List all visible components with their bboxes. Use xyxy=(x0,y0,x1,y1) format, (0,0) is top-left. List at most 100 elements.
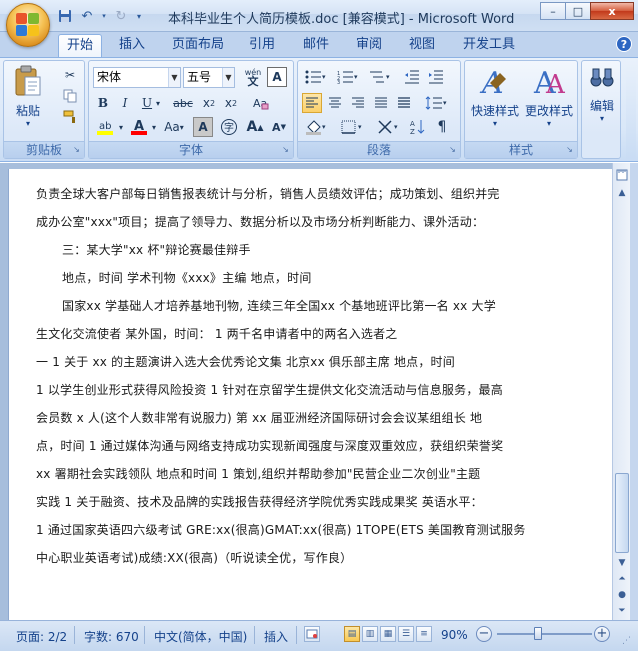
subscript-icon[interactable]: x2 xyxy=(199,93,219,113)
font-dialog-launcher-icon[interactable]: ↘ xyxy=(280,145,291,156)
scrollbar-thumb[interactable] xyxy=(615,473,629,553)
print-layout-view-icon[interactable]: ▤ xyxy=(344,626,360,642)
grow-font-icon[interactable]: A ▲ xyxy=(245,117,265,137)
window-title: 本科毕业生个人简历模板.doc [兼容模式] - Microsoft Word xyxy=(168,12,515,27)
maximize-button[interactable]: □ xyxy=(565,2,591,20)
copy-icon[interactable] xyxy=(60,86,80,106)
undo-icon[interactable]: ↶ xyxy=(78,7,96,25)
web-layout-icon[interactable]: ▦ xyxy=(380,626,396,642)
increase-indent-icon[interactable] xyxy=(426,67,446,87)
tab-references[interactable]: 引用 xyxy=(240,34,284,58)
paste-dropdown-icon: ▾ xyxy=(25,119,30,128)
tab-page-layout[interactable]: 页面布局 xyxy=(164,34,232,58)
shrink-font-icon[interactable]: A ▼ xyxy=(269,117,289,137)
enclose-characters-icon[interactable]: 字 xyxy=(219,117,239,137)
customize-qat-icon[interactable]: ▾ xyxy=(134,7,144,25)
zoom-slider-knob[interactable] xyxy=(534,627,542,640)
bullets-icon[interactable]: ▾ xyxy=(302,67,330,87)
macro-recording-icon[interactable] xyxy=(304,626,320,642)
line-spacing-icon[interactable]: ▾ xyxy=(422,93,452,113)
highlight-dropdown-icon[interactable]: ▾ xyxy=(116,117,126,137)
character-shading-icon[interactable]: A xyxy=(193,117,213,137)
clipboard-dialog-launcher-icon[interactable]: ↘ xyxy=(71,145,82,156)
font-color-dropdown-icon[interactable]: ▾ xyxy=(149,117,159,137)
tab-mailings[interactable]: 邮件 xyxy=(294,34,338,58)
window-controls: – □ x xyxy=(540,2,634,20)
show-formatting-icon[interactable]: ¶ xyxy=(432,117,452,137)
paste-label: 粘贴 xyxy=(15,104,40,118)
vertical-scrollbar[interactable]: ▲ ▼ ⏶ ● ⏷ xyxy=(612,163,630,620)
shading-icon[interactable]: ▾ xyxy=(302,117,332,137)
zoom-slider[interactable] xyxy=(497,627,592,640)
tab-insert[interactable]: 插入 xyxy=(110,34,154,58)
ruler-toggle-icon[interactable] xyxy=(614,167,630,183)
paste-button[interactable]: 粘贴 ▾ xyxy=(8,65,48,128)
multilevel-list-icon[interactable]: ▾ xyxy=(366,67,394,87)
text-highlight-icon[interactable]: ab xyxy=(93,117,117,137)
resize-grip-icon[interactable]: ⋰ xyxy=(622,635,634,647)
next-page-icon[interactable]: ⏷ xyxy=(614,603,630,619)
font-size-select[interactable]: 五号 ▼ xyxy=(183,67,235,88)
chinese-layout-icon[interactable]: ▾ xyxy=(374,117,404,137)
character-border-button[interactable]: A xyxy=(267,67,287,87)
insert-mode-indicator[interactable]: 插入 xyxy=(264,628,288,645)
editing-button[interactable]: 编辑 ▾ xyxy=(584,65,620,123)
decrease-indent-icon[interactable] xyxy=(402,67,422,87)
document-page[interactable]: 负责全球大客户部每日销售报表统计与分析，销售人员绩效评估；成功策划、组织并完 成… xyxy=(8,169,612,620)
cut-icon[interactable]: ✂ xyxy=(60,65,80,85)
close-button[interactable]: x xyxy=(590,2,634,20)
change-styles-button[interactable]: AA 更改样式 ▾ xyxy=(523,65,575,128)
scroll-down-icon[interactable]: ▼ xyxy=(614,555,630,571)
clear-formatting-icon[interactable]: Aa xyxy=(249,93,273,113)
align-right-icon[interactable] xyxy=(348,93,368,113)
office-button[interactable] xyxy=(6,3,50,47)
page-count[interactable]: 页面: 2/2 xyxy=(16,628,67,645)
font-color-icon[interactable]: A xyxy=(129,117,149,137)
document-line: 1 通过国家英语四六级考试 GRE:xx(很高)GMAT:xx(很高) 1TOP… xyxy=(36,523,526,537)
previous-page-icon[interactable]: ⏶ xyxy=(614,571,630,587)
document-line: 点，时间 1 通过媒体沟通与网络支持成功实现新闻强度与深度双重效应，获组织荣誉奖 xyxy=(36,439,504,453)
zoom-out-button[interactable]: − xyxy=(476,626,492,642)
tab-developer[interactable]: 开发工具 xyxy=(455,34,523,58)
save-icon[interactable] xyxy=(56,7,74,25)
document-line: 1 以学生创业形式获得风险投资 1 针对在京留学生提供文化交流活动与信息服务，最… xyxy=(36,383,503,397)
quick-styles-button[interactable]: A 快速样式 ▾ xyxy=(469,65,521,128)
undo-dropdown-icon[interactable]: ▾ xyxy=(100,7,108,25)
tab-home[interactable]: 开始 xyxy=(58,34,102,58)
distributed-icon[interactable] xyxy=(394,93,414,113)
browse-object-icon[interactable]: ● xyxy=(614,587,630,603)
sort-icon[interactable]: AZ xyxy=(408,117,428,137)
numbering-icon[interactable]: 1 2 3 ▾ xyxy=(334,67,362,87)
styles-dialog-launcher-icon[interactable]: ↘ xyxy=(564,145,575,156)
outline-view-icon[interactable]: ☰ xyxy=(398,626,414,642)
draft-view-icon[interactable]: ≡ xyxy=(416,626,432,642)
zoom-level[interactable]: 90% xyxy=(441,628,468,642)
tab-view[interactable]: 视图 xyxy=(400,34,444,58)
scroll-up-icon[interactable]: ▲ xyxy=(614,185,630,201)
language-indicator[interactable]: 中文(简体，中国) xyxy=(154,628,247,645)
word-count[interactable]: 字数: 670 xyxy=(84,628,139,645)
repeat-icon[interactable]: ↻ xyxy=(112,7,130,25)
align-left-icon[interactable] xyxy=(302,93,322,113)
quick-styles-icon: A xyxy=(479,66,506,99)
strikethrough-icon[interactable]: abc xyxy=(169,93,197,113)
paragraph-dialog-launcher-icon[interactable]: ↘ xyxy=(447,145,458,156)
borders-icon[interactable]: ▾ xyxy=(338,117,368,137)
zoom-in-button[interactable]: + xyxy=(594,626,610,642)
tab-review[interactable]: 审阅 xyxy=(347,34,391,58)
phonetic-guide-button[interactable]: wén 文 xyxy=(241,67,265,87)
font-name-select[interactable]: 宋体 ▼ xyxy=(93,67,181,88)
superscript-icon[interactable]: x2 xyxy=(221,93,241,113)
italic-icon[interactable]: I xyxy=(115,93,135,113)
full-screen-reading-icon[interactable]: ▥ xyxy=(362,626,378,642)
svg-text:3: 3 xyxy=(337,80,340,84)
underline-dropdown-icon[interactable]: ▾ xyxy=(153,93,163,113)
change-case-icon[interactable]: Aa ▾ xyxy=(161,117,187,137)
change-styles-icon: AA xyxy=(533,66,566,99)
format-painter-icon[interactable] xyxy=(60,107,80,127)
minimize-button[interactable]: – xyxy=(540,2,566,20)
justify-icon[interactable] xyxy=(371,93,391,113)
align-center-icon[interactable] xyxy=(325,93,345,113)
bold-icon[interactable]: B xyxy=(93,93,113,113)
help-icon[interactable]: ? xyxy=(616,36,632,52)
